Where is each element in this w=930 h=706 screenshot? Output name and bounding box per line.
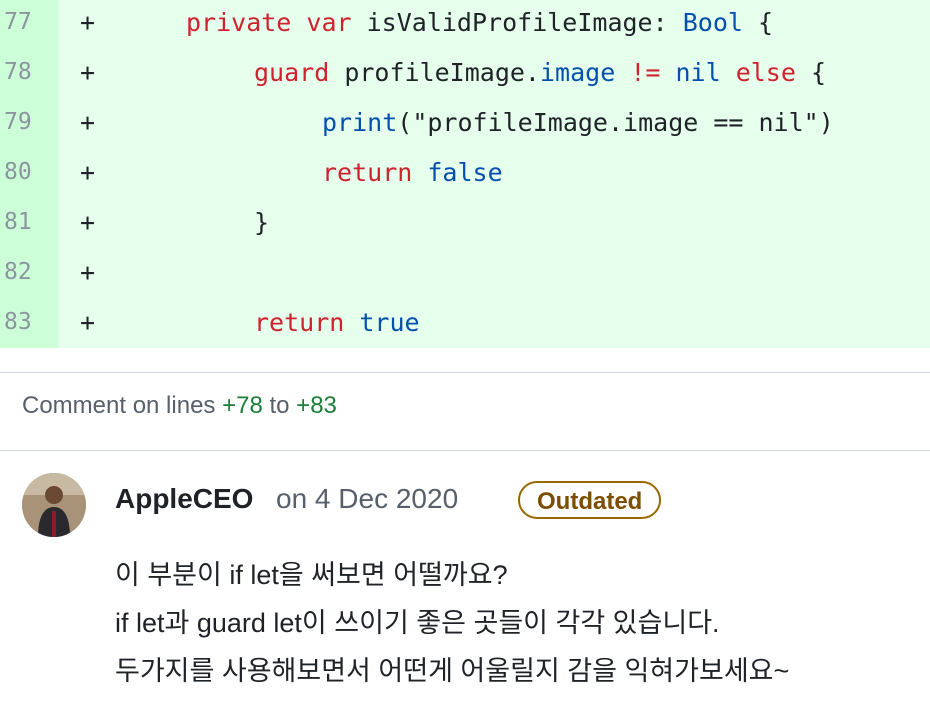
- line-number: 83: [4, 309, 32, 335]
- comment-line-range: Comment on lines +78 to +83: [22, 392, 337, 420]
- keyword-return: return: [322, 158, 413, 187]
- line-number: 81: [4, 209, 32, 235]
- literal-nil: nil: [675, 58, 721, 87]
- identifier: isValidProfileImage:: [351, 8, 683, 37]
- code-line: }: [254, 200, 269, 246]
- line-number-gutter[interactable]: 82: [0, 250, 58, 300]
- identifier: profileImage.: [329, 58, 540, 87]
- operator: !=: [630, 58, 661, 87]
- avatar[interactable]: [22, 473, 86, 537]
- added-marker: +: [80, 108, 96, 137]
- added-marker: +: [80, 8, 96, 37]
- line-number: 78: [4, 59, 32, 85]
- diff-line: 81 + }: [0, 200, 930, 250]
- keyword-return: return: [254, 308, 345, 337]
- diff-line: 77 + private var isValidProfileImage: Bo…: [0, 0, 930, 50]
- line-number-gutter[interactable]: 83: [0, 300, 58, 350]
- line-link-to[interactable]: +83: [296, 392, 337, 419]
- section-divider: [0, 348, 930, 373]
- added-marker: +: [80, 58, 96, 87]
- code-line: private var isValidProfileImage: Bool {: [186, 0, 773, 46]
- added-marker: +: [80, 308, 96, 337]
- comment-date[interactable]: on 4 Dec 2020: [276, 483, 458, 515]
- comment-range-prefix: Comment on lines: [22, 392, 223, 419]
- diff-line: 82 +: [0, 250, 930, 300]
- keyword-else: else: [735, 58, 796, 87]
- line-number-gutter[interactable]: 81: [0, 200, 58, 250]
- line-number-gutter[interactable]: 79: [0, 100, 58, 150]
- keyword-var: var: [306, 8, 352, 37]
- comment-author[interactable]: AppleCEO: [115, 483, 253, 515]
- literal-true: true: [359, 308, 420, 337]
- line-number: 80: [4, 159, 32, 185]
- added-marker: +: [80, 158, 96, 187]
- comment-body-line: 이 부분이 if let을 써보면 어떨까요?: [115, 560, 508, 590]
- comment-range-to-word: to: [262, 392, 297, 419]
- comment-body-line: if let과 guard let이 쓰이기 좋은 곳들이 각각 있습니다.: [115, 608, 720, 638]
- header-divider: [0, 450, 930, 451]
- brace: }: [254, 208, 270, 237]
- line-number: 82: [4, 259, 32, 285]
- type-name: Bool: [682, 8, 743, 37]
- code-line: return false: [322, 150, 503, 196]
- line-number-gutter[interactable]: 78: [0, 50, 58, 100]
- code-line: print("profileImage.image == nil"): [322, 100, 834, 146]
- line-link-from[interactable]: +78: [222, 392, 263, 419]
- string-argument: ("profileImage.image == nil"): [397, 108, 834, 137]
- property: image: [539, 58, 616, 87]
- code-line: return true: [254, 300, 420, 346]
- line-number-gutter[interactable]: 80: [0, 150, 58, 200]
- keyword-private: private: [186, 8, 292, 37]
- line-number: 77: [4, 9, 32, 35]
- diff-line: 80 + return false: [0, 150, 930, 200]
- diff-line: 79 + print("profileImage.image == nil"): [0, 100, 930, 150]
- line-number-gutter[interactable]: 77: [0, 0, 58, 50]
- added-marker: +: [80, 208, 96, 237]
- keyword-guard: guard: [254, 58, 330, 87]
- outdated-badge: Outdated: [518, 481, 662, 519]
- brace: {: [742, 8, 774, 37]
- line-number: 79: [4, 109, 32, 135]
- code-line: guard profileImage.image != nil else {: [254, 50, 826, 96]
- diff-line: 78 + guard profileImage.image != nil els…: [0, 50, 930, 100]
- diff-line: 83 + return true: [0, 300, 930, 350]
- avatar-image: [22, 473, 86, 537]
- comment-body-line: 두가지를 사용해보면서 어떤게 어울릴지 감을 익혀가보세요~: [115, 656, 790, 686]
- literal-false: false: [427, 158, 503, 187]
- diff-block: 77 + private var isValidProfileImage: Bo…: [0, 0, 930, 350]
- function-print: print: [322, 108, 398, 137]
- added-marker: +: [80, 258, 96, 287]
- brace: {: [795, 58, 827, 87]
